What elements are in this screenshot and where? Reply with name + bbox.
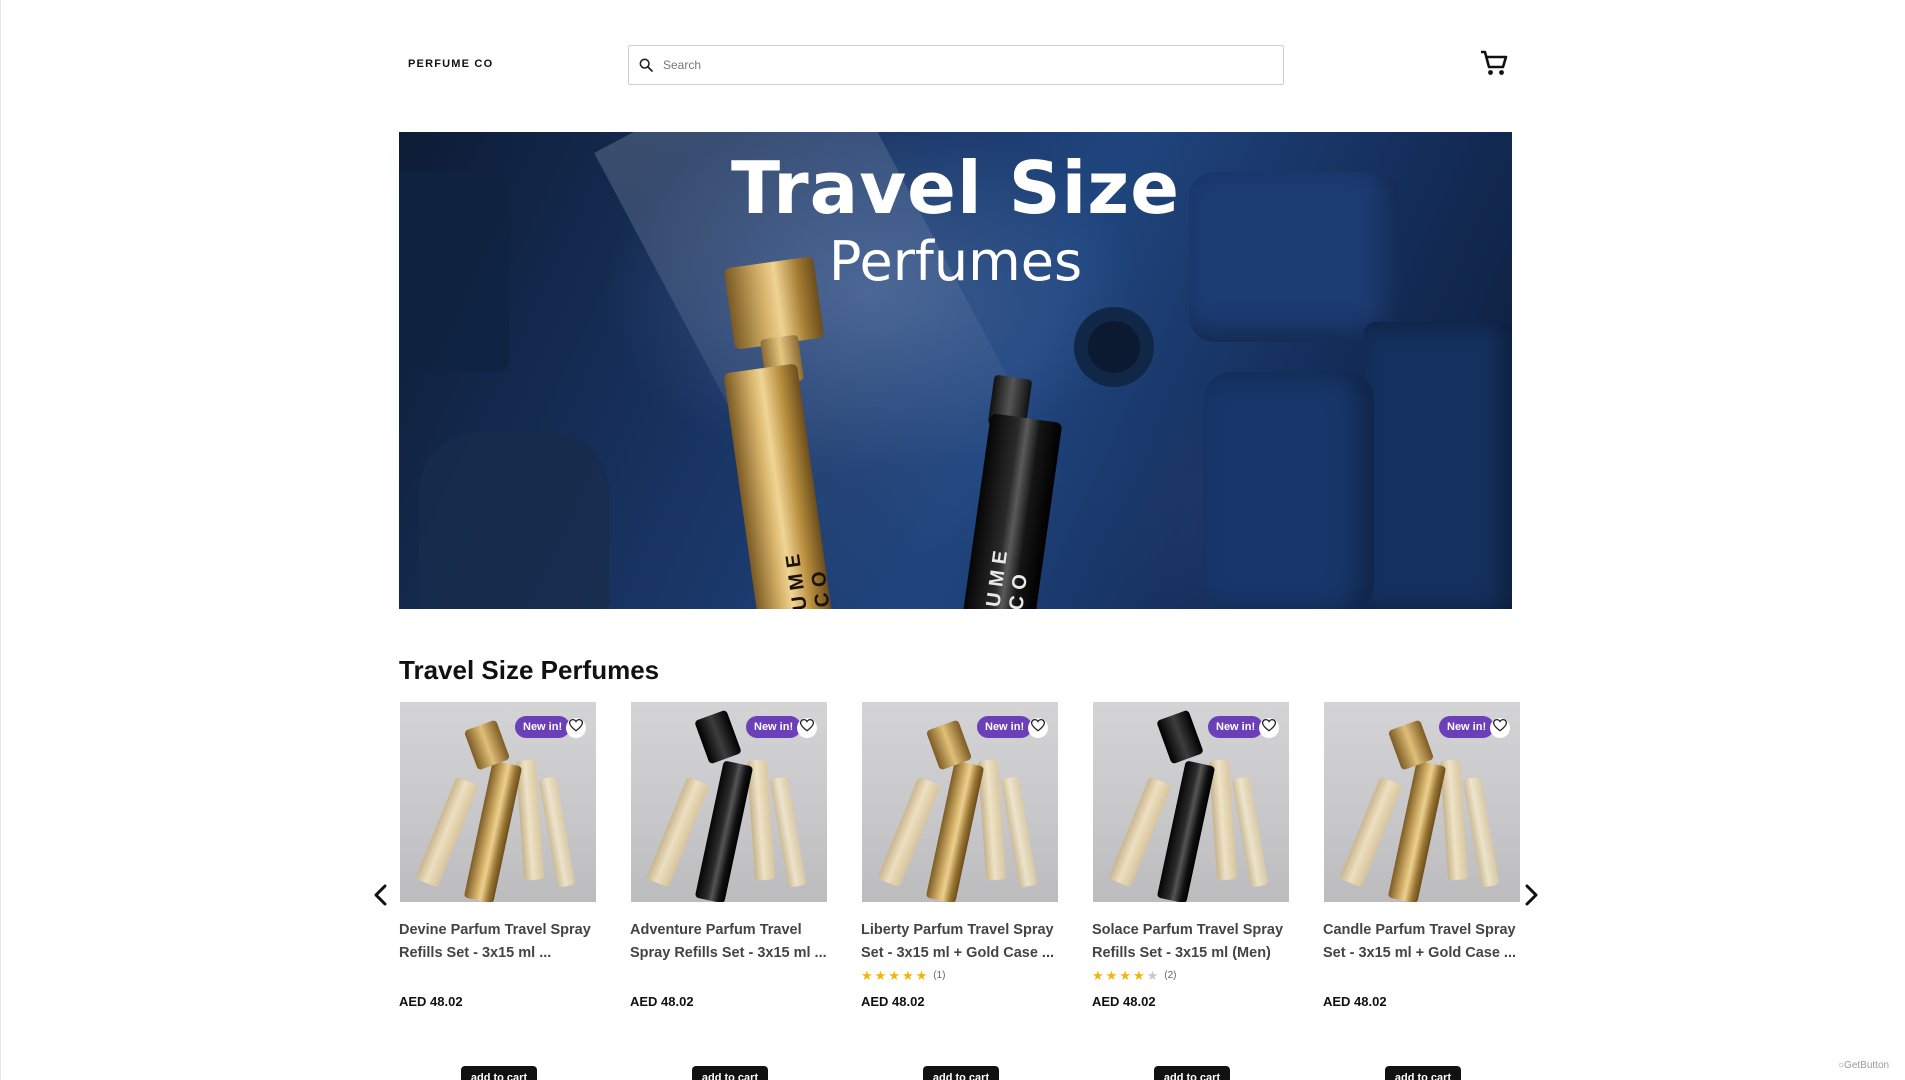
chevron-left-icon bbox=[373, 884, 389, 911]
search-icon[interactable] bbox=[629, 45, 663, 85]
product-name[interactable]: Candle Parfum Travel Spray Set - 3x15 ml… bbox=[1323, 919, 1521, 965]
product-vial bbox=[1439, 759, 1469, 881]
product-card[interactable]: New in! Liberty Parfum Travel Spray Set -… bbox=[861, 702, 1059, 1080]
product-bottle bbox=[925, 760, 985, 902]
product-vial bbox=[538, 776, 576, 888]
hero-subtitle: Perfumes bbox=[828, 230, 1083, 293]
decor-shape bbox=[419, 432, 609, 609]
divider bbox=[0, 0, 1, 1080]
wishlist-button[interactable] bbox=[1259, 718, 1279, 738]
product-vial bbox=[515, 759, 545, 881]
star-icon: ★ bbox=[901, 968, 914, 983]
star-icon: ★ bbox=[915, 968, 928, 983]
heart-icon bbox=[1261, 719, 1277, 737]
getbutton-link[interactable]: ○GetButton bbox=[1838, 1060, 1889, 1071]
product-card[interactable]: New in! Candle Parfum Travel Spray Set - … bbox=[1323, 702, 1521, 1080]
product-price: AED 48.02 bbox=[399, 994, 463, 1009]
product-price: AED 48.02 bbox=[861, 994, 925, 1009]
new-badge: New in! bbox=[515, 716, 571, 738]
section-title: Travel Size Perfumes bbox=[399, 655, 660, 685]
rating-count: (1) bbox=[933, 970, 946, 981]
decor-shape bbox=[1364, 322, 1512, 609]
product-vial bbox=[1208, 759, 1238, 881]
wishlist-button[interactable] bbox=[1028, 718, 1048, 738]
add-to-cart-button[interactable]: add to cart bbox=[692, 1066, 768, 1080]
star-icon: ★ bbox=[1146, 968, 1159, 983]
star-icon: ★ bbox=[861, 968, 873, 983]
product-vial bbox=[1462, 776, 1500, 888]
product-cap bbox=[694, 709, 742, 765]
getbutton-label: GetButton bbox=[1844, 1060, 1890, 1071]
heart-icon bbox=[1492, 719, 1508, 737]
hero-banner[interactable]: UME CO UME CO Travel Size Perfumes bbox=[399, 132, 1512, 609]
new-badge: New in! bbox=[746, 716, 802, 738]
add-to-cart-button[interactable]: add to cart bbox=[923, 1066, 999, 1080]
product-cap bbox=[1156, 709, 1204, 765]
product-bottle bbox=[1156, 760, 1216, 902]
add-to-cart-button[interactable]: add to cart bbox=[461, 1066, 537, 1080]
hero-title: Travel Size bbox=[730, 146, 1181, 230]
chevron-right-icon bbox=[1523, 884, 1539, 911]
decor-shape bbox=[1204, 372, 1374, 609]
product-bottle bbox=[694, 760, 754, 902]
carousel-prev-button[interactable] bbox=[369, 883, 393, 911]
product-name[interactable]: Adventure Parfum Travel Spray Refills Se… bbox=[630, 919, 828, 965]
star-icon: ★ bbox=[874, 968, 887, 983]
star-icon: ★ bbox=[1092, 968, 1104, 983]
product-carousel: New in! Devine Parfum Travel Spray Refill… bbox=[399, 702, 1520, 1080]
add-to-cart-button[interactable]: add to cart bbox=[1154, 1066, 1230, 1080]
product-name[interactable]: Solace Parfum Travel Spray Refills Set -… bbox=[1092, 919, 1290, 965]
product-image[interactable]: New in! bbox=[631, 702, 827, 902]
cart-button[interactable] bbox=[1478, 50, 1510, 80]
cart-icon bbox=[1479, 49, 1509, 82]
product-vial bbox=[746, 759, 776, 881]
new-badge: New in! bbox=[977, 716, 1033, 738]
page: PERFUME CO UME CO UME CO Travel bbox=[0, 0, 1905, 1080]
product-card[interactable]: New in! Solace Parfum Travel Spray Refill… bbox=[1092, 702, 1290, 1080]
carousel-next-button[interactable] bbox=[1519, 883, 1543, 911]
heart-icon bbox=[568, 719, 584, 737]
product-image[interactable]: New in! bbox=[1093, 702, 1289, 902]
product-image[interactable]: New in! bbox=[862, 702, 1058, 902]
wishlist-button[interactable] bbox=[566, 718, 586, 738]
add-to-cart-button[interactable]: add to cart bbox=[1385, 1066, 1461, 1080]
product-price: AED 48.02 bbox=[630, 994, 694, 1009]
product-vial bbox=[1000, 776, 1038, 888]
product-image[interactable]: New in! bbox=[400, 702, 596, 902]
product-price: AED 48.02 bbox=[1323, 994, 1387, 1009]
heart-icon bbox=[1030, 719, 1046, 737]
star-icon: ★ bbox=[888, 968, 900, 983]
product-price: AED 48.02 bbox=[1092, 994, 1156, 1009]
product-bottle bbox=[1387, 760, 1447, 902]
product-image[interactable]: New in! bbox=[1324, 702, 1520, 902]
star-icon: ★ bbox=[1119, 968, 1131, 983]
product-card[interactable]: New in! Adventure Parfum Travel Spray Ref… bbox=[630, 702, 828, 1080]
wishlist-button[interactable] bbox=[797, 718, 817, 738]
product-rating[interactable]: ★ ★ ★ ★ ★ (2) bbox=[1092, 969, 1177, 982]
product-rating[interactable]: ★ ★ ★ ★ ★ (1) bbox=[861, 969, 946, 982]
product-bottle bbox=[463, 760, 523, 902]
decor-ring bbox=[1074, 307, 1154, 387]
new-badge: New in! bbox=[1208, 716, 1264, 738]
star-icon: ★ bbox=[1105, 968, 1118, 983]
product-name[interactable]: Liberty Parfum Travel Spray Set - 3x15 m… bbox=[861, 919, 1059, 965]
search-bar[interactable] bbox=[628, 45, 1284, 85]
wishlist-button[interactable] bbox=[1490, 718, 1510, 738]
new-badge: New in! bbox=[1439, 716, 1495, 738]
star-icon: ★ bbox=[1132, 968, 1145, 983]
product-vial bbox=[977, 759, 1007, 881]
brand-logo[interactable]: PERFUME CO bbox=[408, 58, 493, 70]
product-name[interactable]: Devine Parfum Travel Spray Refills Set -… bbox=[399, 919, 597, 965]
rating-count: (2) bbox=[1164, 970, 1177, 981]
heart-icon bbox=[799, 719, 815, 737]
product-card[interactable]: New in! Devine Parfum Travel Spray Refill… bbox=[399, 702, 597, 1080]
product-vial bbox=[1231, 776, 1269, 888]
search-input[interactable] bbox=[663, 47, 1283, 83]
product-vial bbox=[769, 776, 807, 888]
